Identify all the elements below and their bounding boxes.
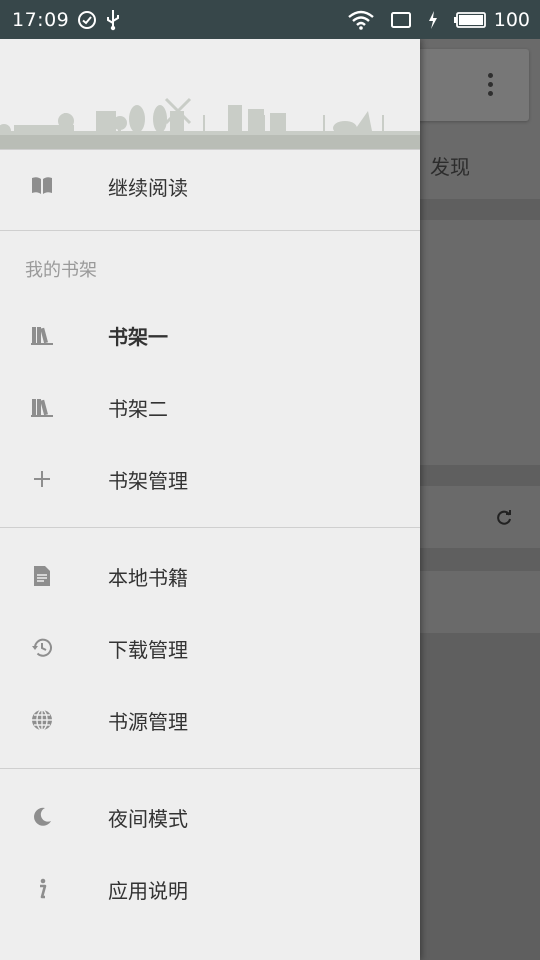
menu-item-continue-reading[interactable]: 继续阅读 — [0, 150, 420, 222]
usb-icon — [105, 9, 121, 31]
menu-item-source-manage[interactable]: 书源管理 — [0, 684, 420, 756]
drawer-header — [0, 39, 420, 149]
document-icon — [30, 564, 54, 588]
divider — [0, 768, 420, 769]
menu-label: 继续阅读 — [108, 175, 188, 200]
refresh-icon — [494, 508, 514, 532]
menu-item-bookshelf-manage[interactable]: 书架管理 — [0, 443, 420, 515]
battery-icon — [453, 11, 486, 28]
navigation-drawer: 继续阅读 我的书架 书架一 书架二 书架管理 本地书籍 下载管理 书源管理 夜间… — [0, 39, 420, 960]
divider — [0, 527, 420, 528]
menu-item-app-info[interactable]: 应用说明 — [0, 853, 420, 925]
plus-icon — [30, 467, 54, 491]
menu-label: 书架管理 — [108, 468, 188, 493]
moon-icon — [30, 805, 54, 829]
menu-item-download-manage[interactable]: 下载管理 — [0, 612, 420, 684]
book-open-icon — [30, 174, 54, 198]
menu-label: 书源管理 — [108, 709, 188, 734]
history-icon — [30, 636, 54, 660]
cityscape-illustration — [0, 97, 420, 149]
menu-label: 下载管理 — [108, 637, 188, 662]
menu-label: 书架一 — [108, 324, 168, 349]
menu-label: 书架二 — [108, 396, 168, 421]
battery-level: 100 — [493, 8, 530, 31]
menu-label: 夜间模式 — [108, 806, 188, 831]
section-title-bookshelf: 我的书架 — [25, 260, 97, 281]
menu-label: 本地书籍 — [108, 565, 188, 590]
status-bar: 17:09 100 — [0, 0, 540, 39]
info-icon — [30, 877, 54, 901]
charging-icon — [428, 10, 438, 29]
menu-item-local-books[interactable]: 本地书籍 — [0, 540, 420, 612]
wifi-icon — [347, 10, 374, 30]
background-card — [420, 220, 540, 465]
books-icon — [30, 323, 54, 347]
cast-icon — [390, 11, 412, 29]
background-card — [420, 486, 540, 548]
menu-item-bookshelf-1[interactable]: 书架一 — [0, 299, 420, 371]
menu-item-bookshelf-2[interactable]: 书架二 — [0, 371, 420, 443]
menu-item-night-mode[interactable]: 夜间模式 — [0, 781, 420, 853]
tab-discover: 发现 — [430, 155, 470, 179]
status-time: 17:09 — [12, 8, 70, 31]
globe-icon — [30, 708, 54, 732]
more-vert-icon — [488, 73, 493, 100]
check-circle-icon — [77, 10, 97, 30]
background-card — [420, 571, 540, 633]
books-icon — [30, 395, 54, 419]
menu-label: 应用说明 — [108, 878, 188, 903]
